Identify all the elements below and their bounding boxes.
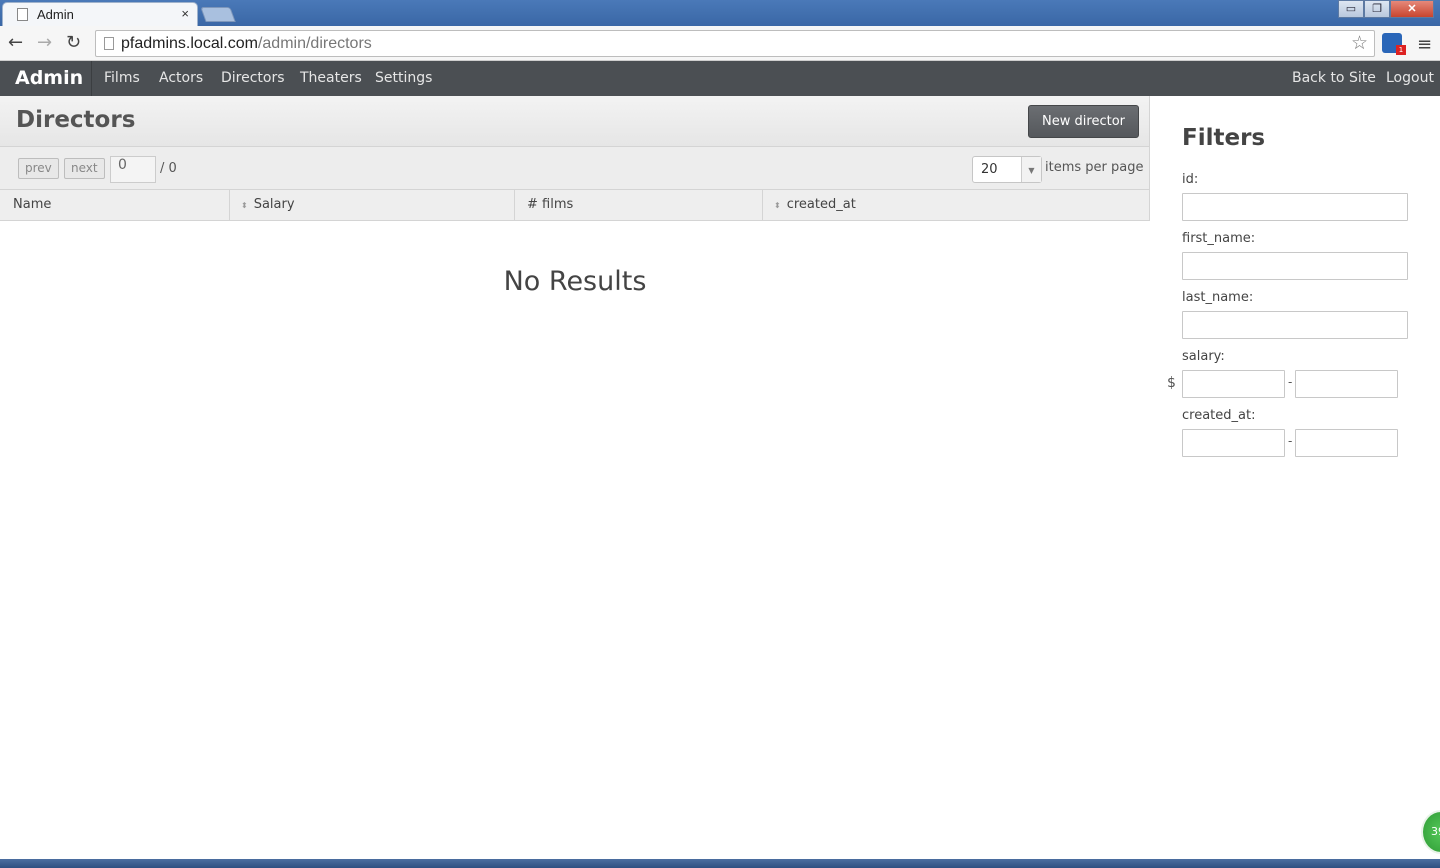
address-bar[interactable]: pfadmins.local.com/admin/directors ☆: [95, 30, 1375, 57]
nav-settings[interactable]: Settings: [375, 70, 432, 86]
filter-label-id: id:: [1182, 172, 1199, 187]
nav-theaters[interactable]: Theaters: [300, 70, 362, 86]
new-tab-button[interactable]: [200, 7, 236, 22]
back-icon[interactable]: ←: [8, 32, 23, 53]
filters-title: Filters: [1182, 125, 1266, 151]
divider: [229, 190, 230, 220]
extension-badge: 1: [1396, 45, 1406, 55]
nav-back-to-site[interactable]: Back to Site: [1292, 70, 1376, 86]
filter-last-name-input[interactable]: [1182, 311, 1408, 339]
column-header-label: Name: [13, 197, 52, 212]
sort-icon: ⬍: [774, 201, 781, 210]
prev-button[interactable]: prev: [18, 158, 59, 179]
close-window-icon[interactable]: ✕: [1390, 0, 1434, 18]
tab-title: Admin: [37, 7, 74, 22]
items-per-page-select[interactable]: 20 ▼: [972, 156, 1042, 183]
page-header: Directors New director: [0, 96, 1150, 147]
nav-films[interactable]: Films: [104, 70, 140, 86]
nav-directors[interactable]: Directors: [221, 70, 285, 86]
items-per-page-value: 20: [981, 162, 998, 177]
filter-label-created-at: created_at:: [1182, 408, 1256, 423]
column-header-label: # films: [527, 197, 574, 212]
url-path: /admin/directors: [257, 35, 372, 52]
page-title: Directors: [16, 107, 136, 133]
currency-symbol: $: [1167, 375, 1176, 391]
page-number-input[interactable]: 0: [110, 156, 156, 183]
nav-logout[interactable]: Logout: [1386, 70, 1434, 86]
column-header-name[interactable]: Name: [13, 190, 51, 220]
filter-created-at-from-input[interactable]: [1182, 429, 1285, 457]
url-host: pfadmins.local.com: [121, 35, 258, 52]
divider: [514, 190, 515, 220]
browser-toolbar: ← → ↻ pfadmins.local.com/admin/directors…: [0, 26, 1440, 61]
column-header-label: created_at: [786, 197, 856, 212]
filter-salary-max-input[interactable]: [1295, 370, 1398, 398]
filter-id-input[interactable]: [1182, 193, 1408, 221]
forward-icon[interactable]: →: [37, 32, 52, 53]
filter-label-first-name: first_name:: [1182, 231, 1256, 246]
column-header-films[interactable]: # films: [527, 190, 573, 220]
divider: [91, 61, 92, 96]
filter-first-name-input[interactable]: [1182, 252, 1408, 280]
browser-menu-icon[interactable]: ≡: [1417, 34, 1432, 55]
next-button[interactable]: next: [64, 158, 105, 179]
app-navbar: Admin Films Actors Directors Theaters Se…: [0, 61, 1440, 96]
page-icon: [104, 37, 114, 50]
minimize-icon[interactable]: ▭: [1338, 0, 1364, 18]
filter-created-at-to-input[interactable]: [1295, 429, 1398, 457]
new-director-button[interactable]: New director: [1028, 105, 1139, 138]
notification-badge[interactable]: 39: [1421, 810, 1440, 854]
maximize-icon[interactable]: ❐: [1364, 0, 1390, 18]
chevron-down-icon[interactable]: ▼: [1021, 157, 1041, 182]
page-total: / 0: [160, 161, 177, 176]
bookmark-star-icon[interactable]: ☆: [1351, 32, 1368, 54]
range-separator: -: [1288, 434, 1293, 448]
no-results-message: No Results: [503, 266, 647, 297]
filter-salary-min-input[interactable]: [1182, 370, 1285, 398]
filter-label-last-name: last_name:: [1182, 290, 1254, 305]
main-panel: Directors New director prev next 0 / 0 2…: [0, 96, 1150, 297]
range-separator: -: [1288, 375, 1293, 389]
browser-titlebar: Admin × ▭ ❐ ✕: [0, 0, 1440, 26]
reload-icon[interactable]: ↻: [66, 32, 81, 53]
brand-link[interactable]: Admin: [15, 67, 83, 89]
page-icon: [17, 8, 28, 21]
table-header: Name ⬍ Salary # films ⬍ created_at: [0, 190, 1150, 221]
url-text[interactable]: pfadmins.local.com/admin/directors: [121, 35, 372, 53]
column-header-created-at[interactable]: ⬍ created_at: [774, 190, 856, 220]
column-header-label: Salary: [253, 197, 295, 212]
divider: [762, 190, 763, 220]
filter-label-salary: salary:: [1182, 349, 1225, 364]
window-controls: ▭ ❐ ✕: [1338, 0, 1434, 18]
items-per-page-label: items per page: [1045, 160, 1144, 175]
column-header-salary[interactable]: ⬍ Salary: [241, 190, 295, 220]
pagination-bar: prev next 0 / 0 20 ▼ items per page: [0, 147, 1150, 190]
nav-actors[interactable]: Actors: [159, 70, 203, 86]
browser-tab[interactable]: Admin ×: [2, 2, 198, 26]
sort-icon: ⬍: [241, 201, 248, 210]
os-taskbar: [0, 859, 1440, 868]
close-tab-icon[interactable]: ×: [181, 6, 189, 21]
